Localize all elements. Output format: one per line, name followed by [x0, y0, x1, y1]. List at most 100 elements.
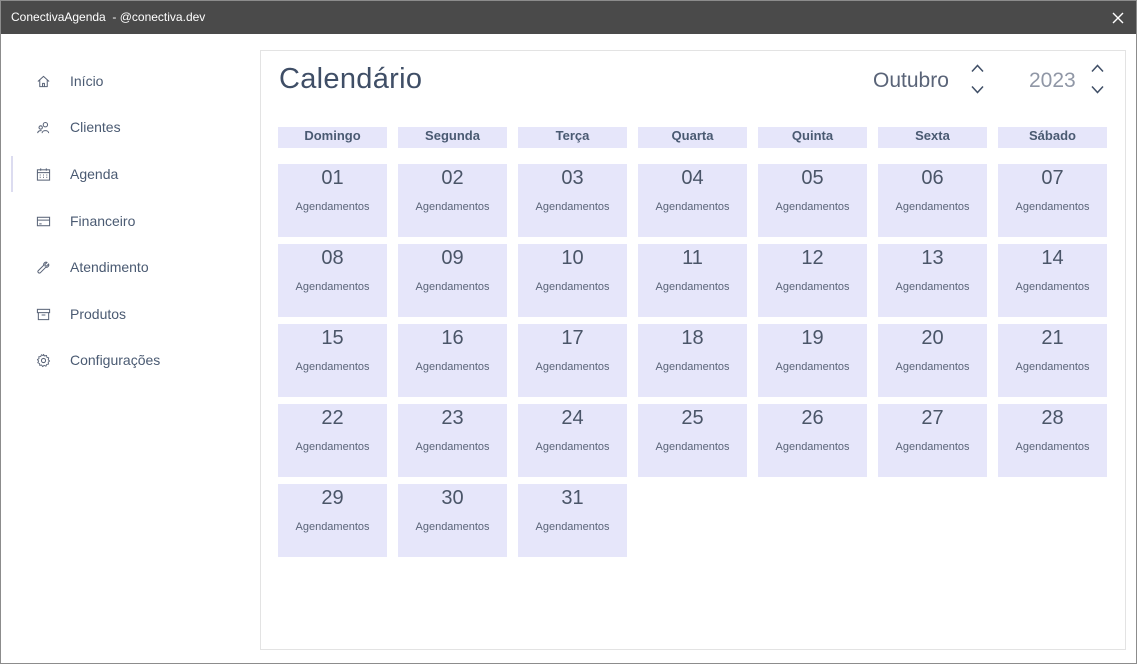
- day-number: 29: [321, 487, 344, 509]
- day-appointments-label: Agendamentos: [535, 441, 610, 453]
- day-appointments-label: Agendamentos: [655, 281, 730, 293]
- chevron-down-icon: [1090, 85, 1104, 94]
- sidebar-item-label: Financeiro: [70, 213, 136, 229]
- day-cell[interactable]: 07 Agendamentos: [998, 164, 1107, 237]
- day-number: 28: [1041, 407, 1064, 429]
- chevron-down-icon: [970, 85, 984, 94]
- weekday-label: Sexta: [878, 127, 987, 148]
- day-appointments-label: Agendamentos: [415, 201, 490, 213]
- day-number: 20: [921, 327, 944, 349]
- day-appointments-label: Agendamentos: [895, 361, 970, 373]
- day-number: 09: [441, 247, 464, 269]
- chevron-up-icon: [970, 63, 984, 72]
- sidebar-item-financeiro[interactable]: Financeiro: [1, 201, 259, 241]
- day-appointments-label: Agendamentos: [415, 361, 490, 373]
- sidebar-item-clientes[interactable]: Clientes: [1, 107, 259, 147]
- sidebar-item-produtos[interactable]: Produtos: [1, 294, 259, 334]
- day-appointments-label: Agendamentos: [535, 281, 610, 293]
- day-cell[interactable]: 24 Agendamentos: [518, 404, 627, 477]
- day-cell[interactable]: 14 Agendamentos: [998, 244, 1107, 317]
- credit-card-icon: [35, 213, 51, 229]
- day-cell[interactable]: 23 Agendamentos: [398, 404, 507, 477]
- day-cell[interactable]: 06 Agendamentos: [878, 164, 987, 237]
- day-appointments-label: Agendamentos: [895, 201, 970, 213]
- day-number: 18: [681, 327, 704, 349]
- day-number: 08: [321, 247, 344, 269]
- day-cell[interactable]: 19 Agendamentos: [758, 324, 867, 397]
- sidebar-item-label: Agenda: [70, 166, 119, 182]
- wrench-icon: [35, 259, 51, 275]
- day-cell[interactable]: 25 Agendamentos: [638, 404, 747, 477]
- day-appointments-label: Agendamentos: [655, 201, 730, 213]
- chevron-up-icon: [1090, 63, 1104, 72]
- day-number: 01: [321, 167, 344, 189]
- day-cell[interactable]: 02 Agendamentos: [398, 164, 507, 237]
- title-bar[interactable]: ConectivaAgenda - @conectiva.dev: [1, 1, 1136, 34]
- day-appointments-label: Agendamentos: [295, 361, 370, 373]
- day-cell[interactable]: 29 Agendamentos: [278, 484, 387, 557]
- day-cell[interactable]: 20 Agendamentos: [878, 324, 987, 397]
- day-number: 24: [561, 407, 584, 429]
- day-number: 04: [681, 167, 704, 189]
- day-cell[interactable]: 26 Agendamentos: [758, 404, 867, 477]
- day-cell[interactable]: 12 Agendamentos: [758, 244, 867, 317]
- day-cell[interactable]: 09 Agendamentos: [398, 244, 507, 317]
- day-cell[interactable]: 16 Agendamentos: [398, 324, 507, 397]
- day-appointments-label: Agendamentos: [775, 441, 850, 453]
- day-appointments-label: Agendamentos: [415, 441, 490, 453]
- day-number: 16: [441, 327, 464, 349]
- day-cell[interactable]: 15 Agendamentos: [278, 324, 387, 397]
- day-cell[interactable]: 30 Agendamentos: [398, 484, 507, 557]
- calendar-panel: Calendário Outubro 2023 Domingo Segunda Te…: [260, 50, 1126, 650]
- day-cell[interactable]: 21 Agendamentos: [998, 324, 1107, 397]
- weekday-label: Segunda: [398, 127, 507, 148]
- sidebar-item-configuracoes[interactable]: Configurações: [1, 340, 259, 380]
- sidebar-item-label: Atendimento: [70, 259, 149, 275]
- calendar-icon: [35, 166, 51, 182]
- day-number: 05: [801, 167, 824, 189]
- day-cell[interactable]: 01 Agendamentos: [278, 164, 387, 237]
- year-up-button[interactable]: [1089, 61, 1105, 75]
- day-number: 31: [561, 487, 584, 509]
- sidebar-item-inicio[interactable]: Início: [1, 61, 259, 101]
- users-icon: [35, 119, 51, 135]
- weekday-label: Terça: [518, 127, 627, 148]
- day-number: 21: [1041, 327, 1064, 349]
- sidebar-item-agenda[interactable]: Agenda: [1, 154, 259, 194]
- day-appointments-label: Agendamentos: [295, 521, 370, 533]
- year-down-button[interactable]: [1089, 82, 1105, 96]
- month-up-button[interactable]: [969, 61, 985, 75]
- weekday-label: Quarta: [638, 127, 747, 148]
- day-number: 07: [1041, 167, 1064, 189]
- month-stepper: [969, 61, 985, 99]
- day-cell[interactable]: 31 Agendamentos: [518, 484, 627, 557]
- app-window: ConectivaAgenda - @conectiva.dev Início …: [0, 0, 1137, 664]
- day-number: 06: [921, 167, 944, 189]
- day-cell[interactable]: 18 Agendamentos: [638, 324, 747, 397]
- day-cell[interactable]: 05 Agendamentos: [758, 164, 867, 237]
- sidebar: Início Clientes Agenda Financeiro Atendi…: [1, 34, 259, 663]
- day-cell[interactable]: 17 Agendamentos: [518, 324, 627, 397]
- day-number: 30: [441, 487, 464, 509]
- day-appointments-label: Agendamentos: [1015, 361, 1090, 373]
- day-cell[interactable]: 08 Agendamentos: [278, 244, 387, 317]
- day-appointments-label: Agendamentos: [535, 201, 610, 213]
- day-cell[interactable]: 11 Agendamentos: [638, 244, 747, 317]
- day-number: 12: [801, 247, 824, 269]
- day-cell[interactable]: 27 Agendamentos: [878, 404, 987, 477]
- day-cell[interactable]: 22 Agendamentos: [278, 404, 387, 477]
- day-number: 03: [561, 167, 584, 189]
- sidebar-item-atendimento[interactable]: Atendimento: [1, 247, 259, 287]
- month-down-button[interactable]: [969, 82, 985, 96]
- year-value: 2023: [1029, 69, 1076, 92]
- day-number: 19: [801, 327, 824, 349]
- day-cell[interactable]: 04 Agendamentos: [638, 164, 747, 237]
- year-stepper: [1089, 61, 1105, 99]
- day-cell[interactable]: 28 Agendamentos: [998, 404, 1107, 477]
- close-button[interactable]: [1100, 1, 1136, 34]
- day-cell[interactable]: 10 Agendamentos: [518, 244, 627, 317]
- sidebar-item-label: Configurações: [70, 352, 161, 368]
- day-appointments-label: Agendamentos: [415, 521, 490, 533]
- day-cell[interactable]: 03 Agendamentos: [518, 164, 627, 237]
- day-cell[interactable]: 13 Agendamentos: [878, 244, 987, 317]
